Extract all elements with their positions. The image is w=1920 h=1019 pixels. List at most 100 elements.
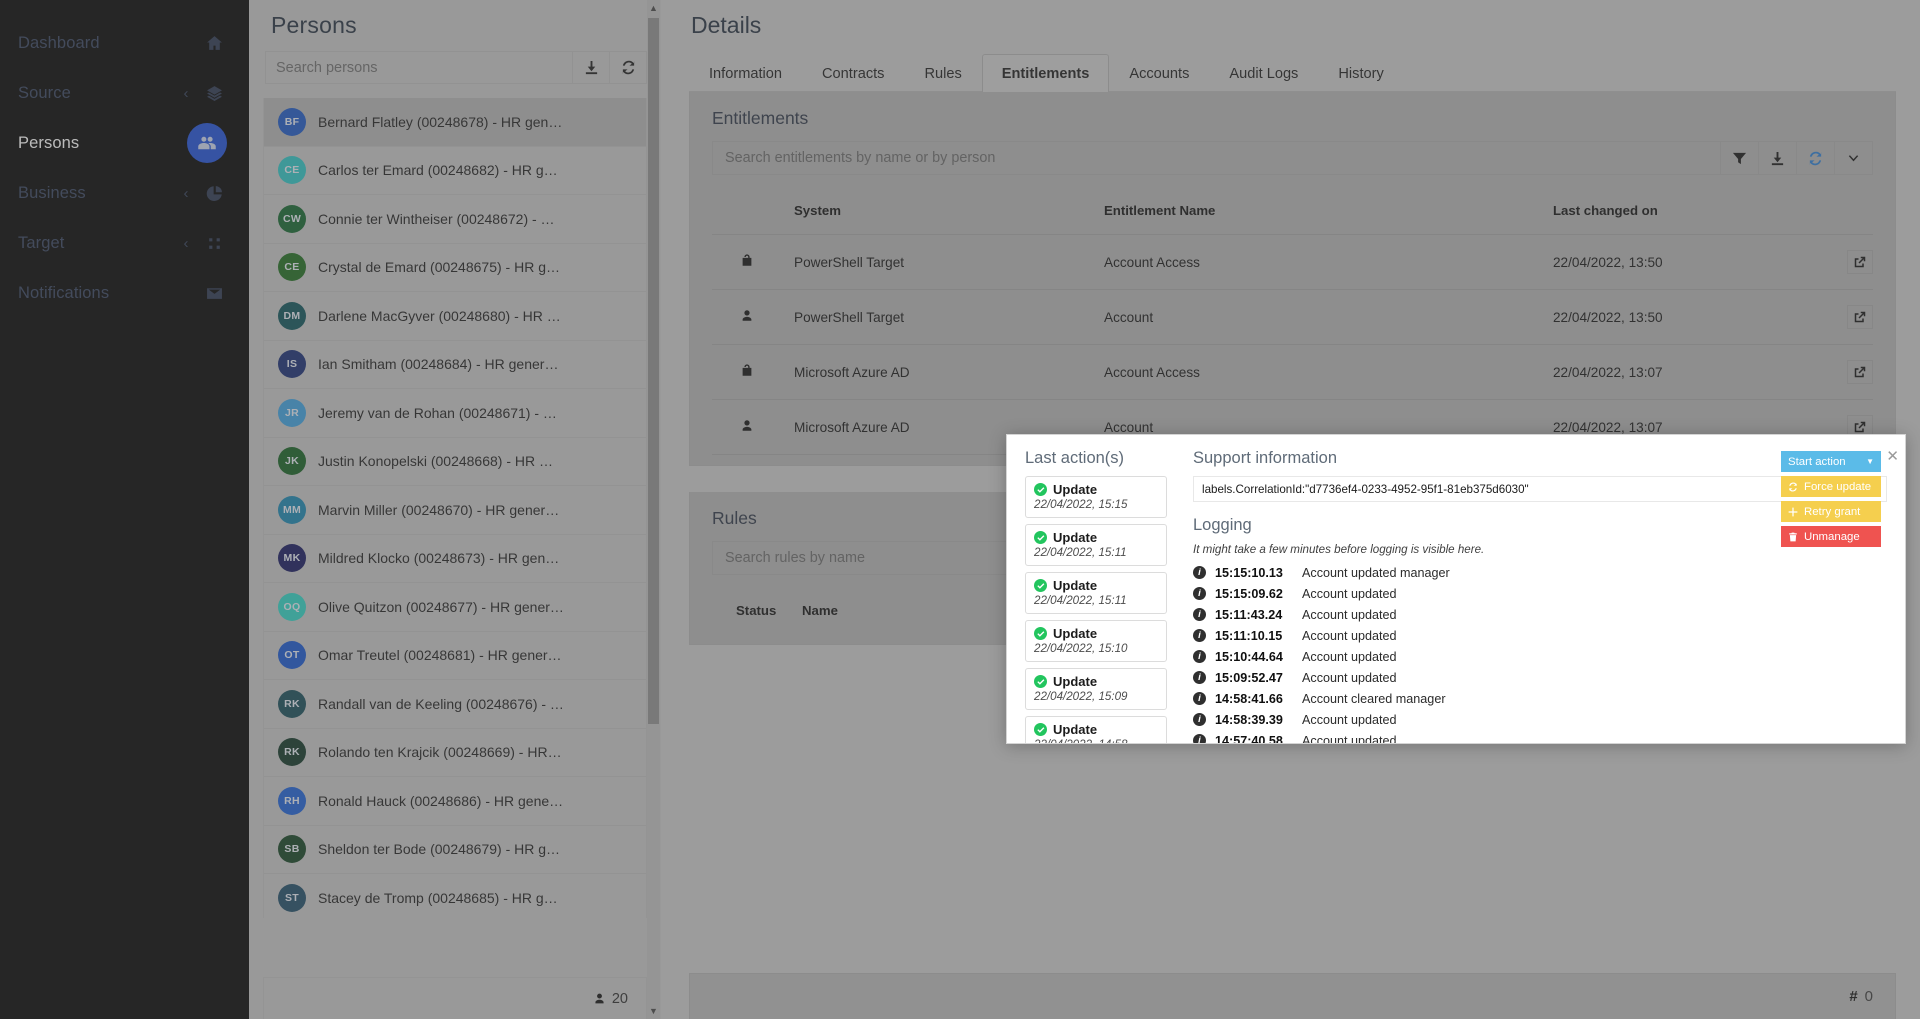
- list-item[interactable]: CW Connie ter Wintheiser (00248672) - …: [264, 195, 646, 244]
- tab-information[interactable]: Information: [689, 54, 802, 92]
- chevron-left-icon[interactable]: ‹: [177, 185, 195, 202]
- sidebar-item-persons[interactable]: Persons: [0, 118, 249, 168]
- unmanage-button[interactable]: Unmanage: [1781, 526, 1881, 547]
- log-time: 14:58:39.39: [1215, 712, 1283, 727]
- list-item[interactable]: RK Rolando ten Krajcik (00248669) - HR…: [264, 728, 646, 777]
- table-row[interactable]: PowerShell Target Account Access 22/04/202…: [712, 234, 1873, 290]
- avatar: MM: [278, 495, 306, 524]
- list-item[interactable]: CE Crystal de Emard (00248675) - HR g…: [264, 243, 646, 292]
- sidebar-item-source[interactable]: Source ‹: [0, 68, 249, 118]
- log-time: 15:15:09.62: [1215, 586, 1283, 601]
- list-item[interactable]: MM Marvin Miller (00248670) - HR gener…: [264, 486, 646, 535]
- sidebar-item-notifications[interactable]: Notifications: [0, 268, 249, 318]
- last-action-card[interactable]: Update 22/04/2022, 15:09: [1025, 668, 1167, 710]
- log-message: Account updated: [1302, 586, 1397, 601]
- persons-search-input[interactable]: [265, 51, 573, 84]
- person-icon: [595, 993, 604, 1004]
- sidebar-item-label: Dashboard: [18, 33, 100, 52]
- row-system: Microsoft Azure AD: [794, 344, 1104, 400]
- last-action-card[interactable]: Update 22/04/2022, 15:15: [1025, 476, 1167, 518]
- list-item[interactable]: IS Ian Smitham (00248684) - HR gener…: [264, 340, 646, 389]
- open-entitlement-button[interactable]: [1847, 360, 1873, 384]
- entitlements-more-button[interactable]: [1835, 141, 1873, 175]
- persons-download-button[interactable]: [573, 51, 610, 84]
- sidebar-item-business[interactable]: Business ‹: [0, 168, 249, 218]
- list-item[interactable]: RH Ronald Hauck (00248686) - HR gene…: [264, 777, 646, 826]
- last-action-date: 22/04/2022, 14:58: [1034, 738, 1158, 743]
- last-action-card[interactable]: Update 22/04/2022, 15:11: [1025, 524, 1167, 566]
- last-action-card[interactable]: Update22/04/2022, 14:58: [1025, 716, 1167, 743]
- row-type-icon-cell: [712, 234, 794, 290]
- persons-list-scrollbar[interactable]: ▲ ▼: [647, 0, 660, 1019]
- refresh-icon: [622, 60, 634, 75]
- avatar: RK: [278, 738, 306, 767]
- person-name: Darlene MacGyver (00248680) - HR …: [318, 307, 561, 324]
- chevron-left-icon[interactable]: ‹: [177, 235, 195, 252]
- entitlements-refresh-button[interactable]: [1797, 141, 1835, 175]
- avatar-initials: DM: [283, 309, 301, 322]
- tab-contracts[interactable]: Contracts: [802, 54, 904, 92]
- tab-audit-logs[interactable]: Audit Logs: [1209, 54, 1318, 92]
- row-system: PowerShell Target: [794, 289, 1104, 345]
- list-item[interactable]: OQ Olive Quitzon (00248677) - HR gener…: [264, 583, 646, 632]
- table-row[interactable]: Microsoft Azure AD Account Access 22/04/20…: [712, 344, 1873, 400]
- list-item[interactable]: SB Sheldon ter Bode (00248679) - HR g…: [264, 825, 646, 874]
- action-button-label: Retry grant: [1804, 505, 1861, 518]
- avatar: CE: [278, 156, 306, 185]
- row-entitlement-name: Account Access: [1104, 344, 1553, 400]
- avatar-initials: CE: [284, 164, 300, 177]
- tab-rules[interactable]: Rules: [904, 54, 981, 92]
- entitlements-filter-button[interactable]: [1721, 141, 1759, 175]
- retry-grant-button[interactable]: Retry grant: [1781, 501, 1881, 522]
- entitlements-download-button[interactable]: [1759, 141, 1797, 175]
- list-item[interactable]: JR Jeremy van de Rohan (00248671) - …: [264, 389, 646, 438]
- person-name: Connie ter Wintheiser (00248672) - …: [318, 210, 555, 227]
- list-item[interactable]: RK Randall van de Keeling (00248676) - …: [264, 680, 646, 729]
- scroll-down-icon[interactable]: ▼: [647, 1003, 660, 1019]
- info-icon: i: [1193, 734, 1206, 743]
- sidebar-item-dashboard[interactable]: Dashboard: [0, 18, 249, 68]
- last-action-header: Update: [1034, 722, 1158, 737]
- log-time: 14:58:41.66: [1215, 691, 1283, 706]
- info-icon: i: [1193, 671, 1206, 684]
- list-item[interactable]: OT Omar Treutel (00248681) - HR gener…: [264, 631, 646, 680]
- list-item[interactable]: JK Justin Konopelski (00248668) - HR …: [264, 437, 646, 486]
- last-action-card[interactable]: Update 22/04/2022, 15:11: [1025, 572, 1167, 614]
- tab-history[interactable]: History: [1318, 54, 1403, 92]
- tab-accounts[interactable]: Accounts: [1109, 54, 1209, 92]
- last-action-card[interactable]: Update 22/04/2022, 15:10: [1025, 620, 1167, 662]
- table-row[interactable]: PowerShell Target Account 22/04/2022, 13:5…: [712, 289, 1873, 345]
- avatar-initials: JR: [284, 406, 300, 419]
- list-item[interactable]: BF Bernard Flatley (00248678) - HR gen…: [264, 98, 646, 147]
- list-item[interactable]: CE Carlos ter Emard (00248682) - HR g…: [264, 146, 646, 195]
- list-item[interactable]: ST Stacey de Tromp (00248685) - HR g…: [264, 874, 646, 918]
- log-entry: i 15:15:10.13 Account updated manager: [1193, 562, 1887, 583]
- chevron-left-icon[interactable]: ‹: [177, 85, 195, 102]
- open-entitlement-button[interactable]: [1847, 305, 1873, 329]
- sidebar-item-target[interactable]: Target ‹: [0, 218, 249, 268]
- mail-icon: [206, 287, 222, 299]
- last-action-date: 22/04/2022, 15:09: [1034, 690, 1128, 703]
- force-update-button[interactable]: Force update: [1781, 476, 1881, 497]
- person-name: Randall van de Keeling (00248676) - …: [318, 695, 564, 712]
- open-entitlement-button[interactable]: [1847, 250, 1873, 274]
- log-entry: i 15:15:09.62 Account updated: [1193, 583, 1887, 604]
- tab-entitlements[interactable]: Entitlements: [981, 54, 1110, 92]
- list-item[interactable]: MK Mildred Klocko (00248673) - HR gen…: [264, 534, 646, 583]
- list-item[interactable]: DM Darlene MacGyver (00248680) - HR …: [264, 292, 646, 341]
- persons-refresh-button[interactable]: [610, 51, 647, 84]
- last-action-title: Update: [1053, 482, 1098, 497]
- scroll-up-icon[interactable]: ▲: [647, 0, 660, 16]
- avatar-initials: JK: [284, 455, 300, 468]
- avatar-initials: RH: [284, 794, 300, 807]
- entitlements-search-input[interactable]: [712, 141, 1721, 175]
- modal-close-button[interactable]: ✕: [1886, 447, 1899, 465]
- avatar: IS: [278, 350, 306, 379]
- entitlements-search-row: [712, 141, 1873, 175]
- person-name: Justin Konopelski (00248668) - HR …: [318, 453, 554, 470]
- persons-list[interactable]: BF Bernard Flatley (00248678) - HR gen… CE…: [263, 98, 647, 918]
- scrollbar-thumb[interactable]: [648, 18, 659, 724]
- start-action-button[interactable]: Start action ▼: [1781, 451, 1881, 472]
- avatar: CE: [278, 253, 306, 282]
- avatar: OQ: [278, 592, 306, 621]
